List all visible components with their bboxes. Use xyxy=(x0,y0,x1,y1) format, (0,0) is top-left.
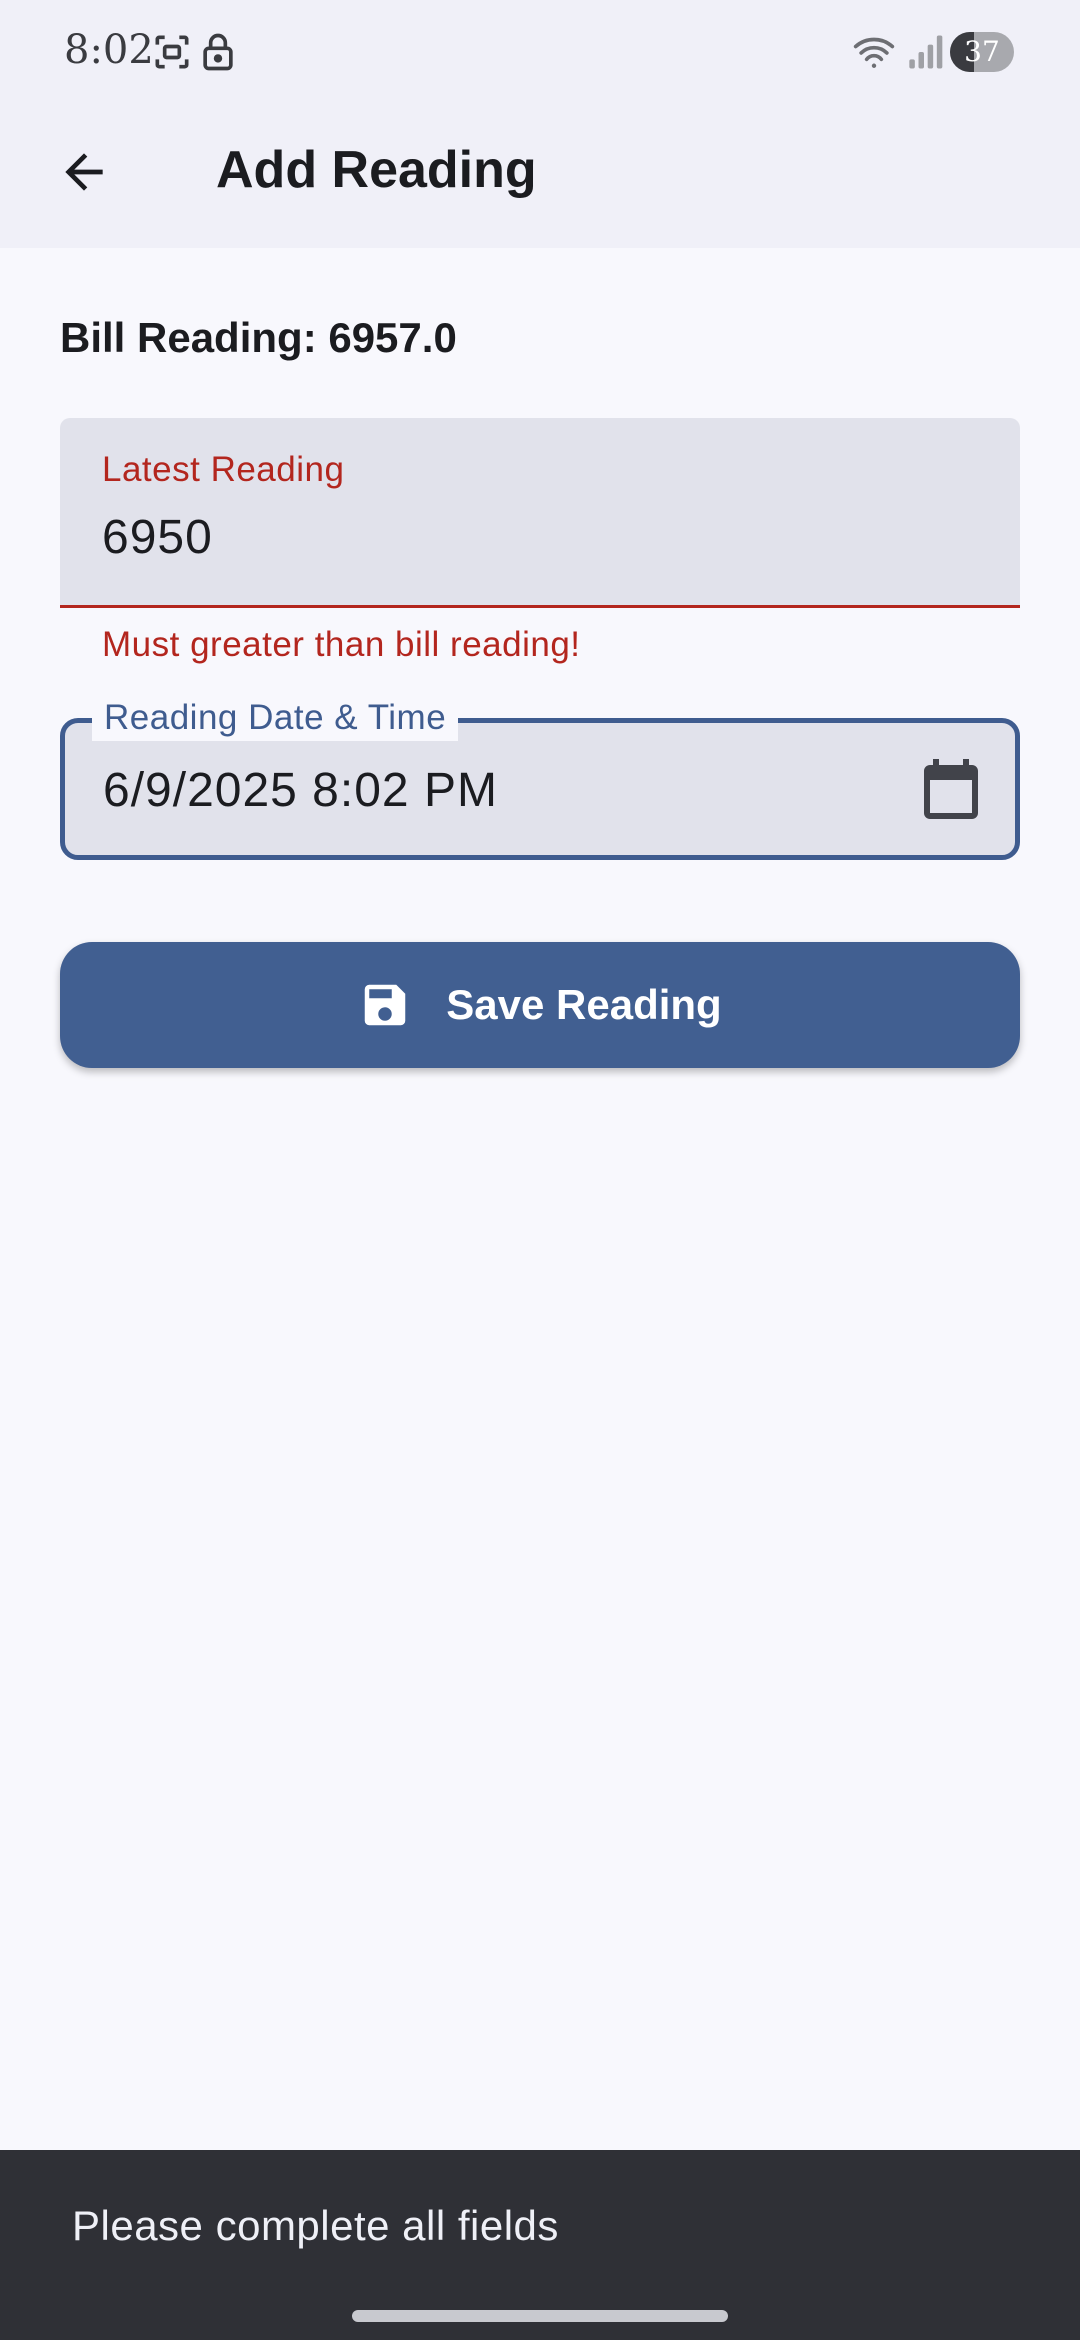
page-title: Add Reading xyxy=(216,141,537,199)
back-button[interactable] xyxy=(40,128,128,216)
save-reading-label: Save Reading xyxy=(446,981,722,1028)
calendar-button[interactable] xyxy=(915,753,987,825)
latest-reading-input[interactable]: 6950 xyxy=(102,506,213,570)
arrow-back-icon xyxy=(65,153,103,191)
calendar-icon xyxy=(924,759,978,819)
latest-reading-field[interactable]: Latest Reading 6950 xyxy=(60,418,1020,608)
reading-datetime-label: Reading Date & Time xyxy=(92,695,459,741)
latest-reading-label: Latest Reading xyxy=(102,450,345,489)
signal-icon xyxy=(902,30,946,74)
lock-icon xyxy=(196,30,240,74)
latest-reading-error: Must greater than bill reading! xyxy=(102,625,581,664)
save-icon xyxy=(358,978,412,1032)
app-bar: Add Reading xyxy=(0,104,1080,248)
save-reading-button[interactable]: Save Reading xyxy=(60,942,1020,1068)
top-area: 8:02 37 Add Reading xyxy=(0,0,1080,248)
status-time: 8:02 xyxy=(64,27,154,73)
snackbar-message: Please complete all fields xyxy=(72,2202,559,2249)
reading-datetime-input[interactable]: 6/9/2025 8:02 PM xyxy=(103,761,498,821)
status-bar: 8:02 37 xyxy=(0,0,1080,104)
bill-reading-text: Bill Reading: 6957.0 xyxy=(60,314,457,361)
wifi-icon xyxy=(852,30,896,74)
screenshot-icon xyxy=(150,30,194,74)
battery-percentage: 37 xyxy=(964,35,1000,68)
battery-icon: 37 xyxy=(950,32,1014,72)
add-reading-screen: 8:02 37 Add Reading Bill Reading: 6957.0… xyxy=(0,0,1080,2340)
gesture-navigation-bar[interactable] xyxy=(352,2310,728,2322)
